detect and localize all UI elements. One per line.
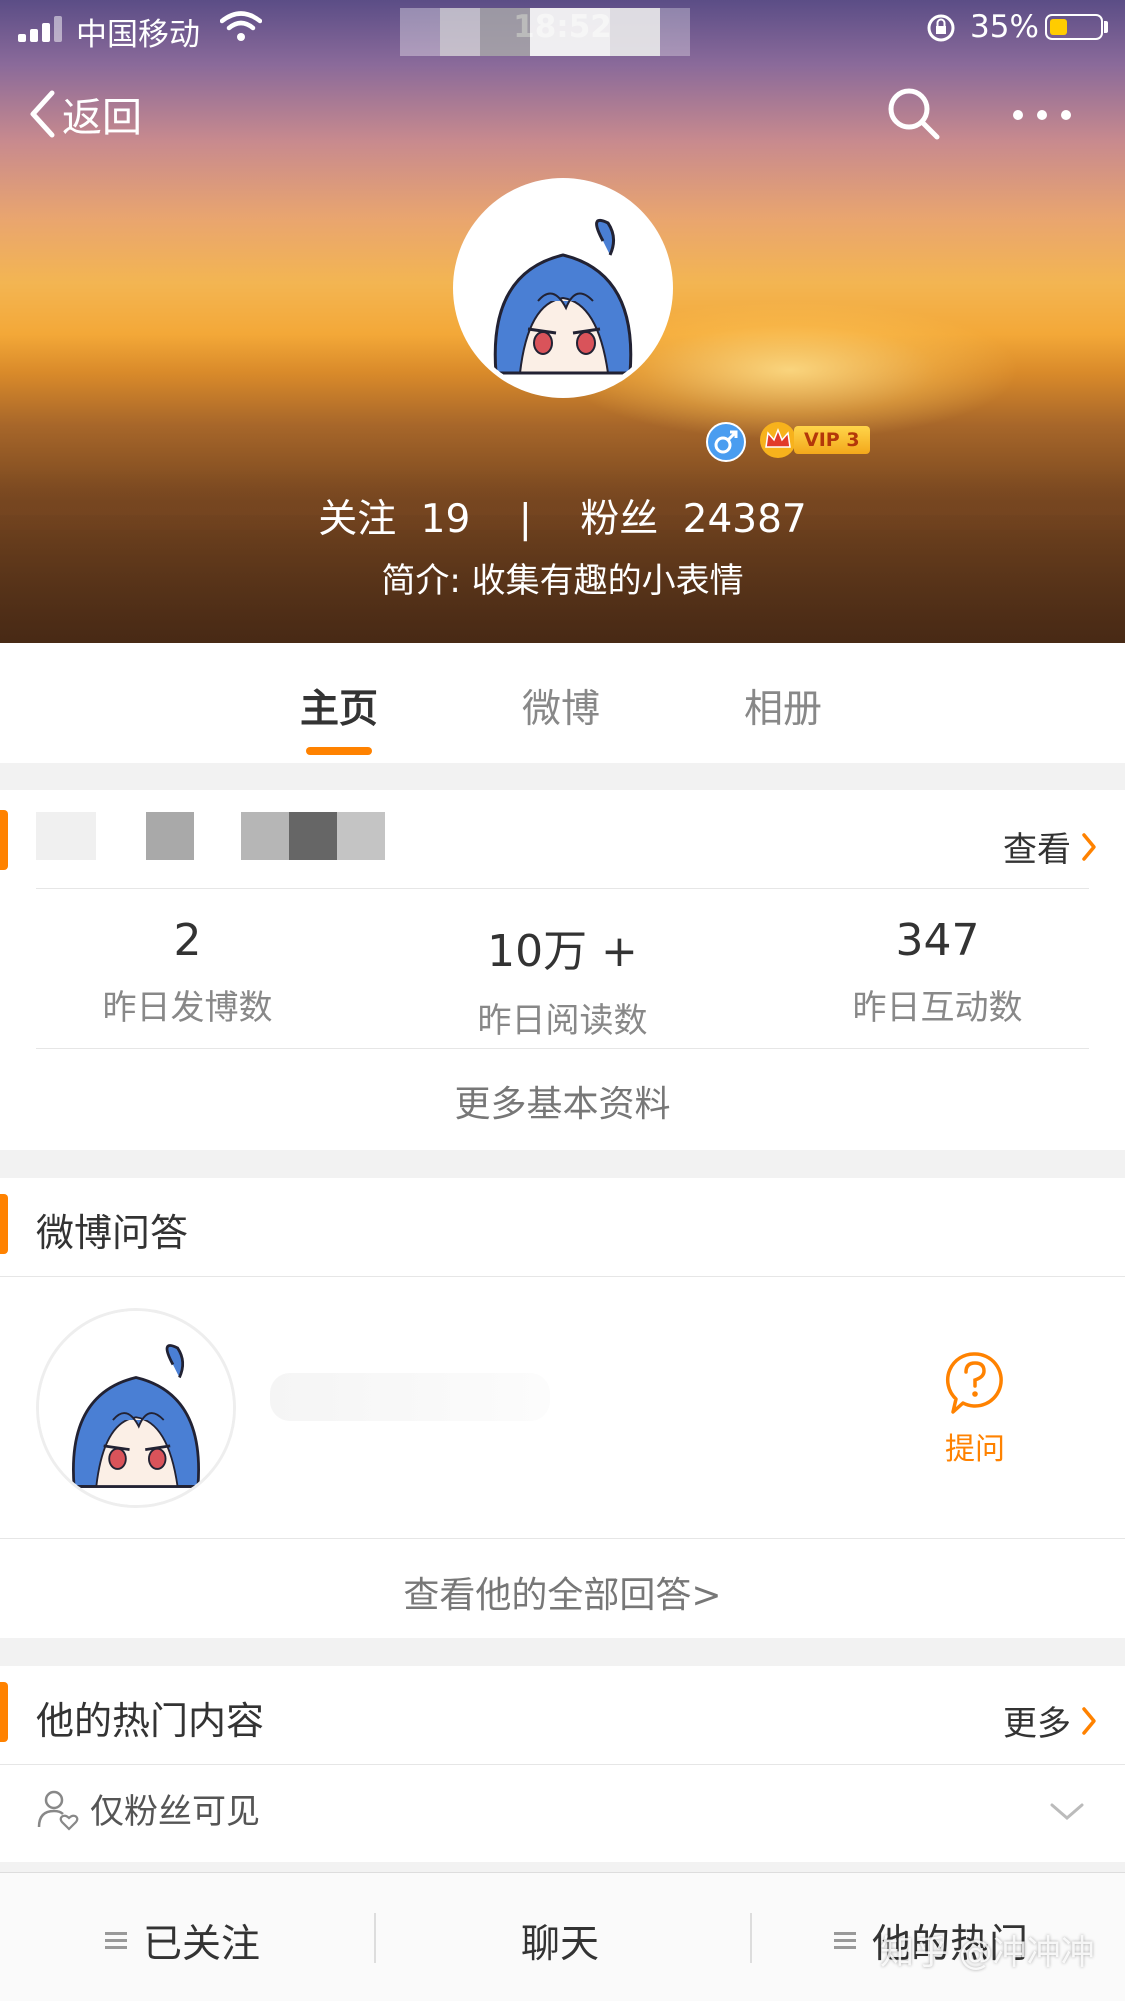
tab-weibo[interactable]: 微博 bbox=[522, 678, 600, 734]
male-badge-icon bbox=[706, 422, 746, 462]
vip-badge[interactable]: VIP 3 bbox=[758, 420, 870, 460]
question-bubble-icon bbox=[945, 1352, 1003, 1414]
crown-icon bbox=[760, 422, 796, 458]
back-button[interactable]: 返回 bbox=[28, 85, 142, 143]
chevron-left-icon bbox=[30, 90, 55, 138]
view-label: 查看 bbox=[1003, 830, 1071, 870]
metric-value: 347 bbox=[895, 915, 980, 966]
more-link[interactable]: 更多 bbox=[1003, 1696, 1097, 1745]
tab-album[interactable]: 相册 bbox=[744, 678, 822, 734]
more-label: 更多 bbox=[1003, 1704, 1071, 1744]
follow-stats: 关注 19 | 粉丝 24387 bbox=[0, 488, 1125, 544]
ask-label: 提问 bbox=[945, 1432, 1005, 1467]
section-title: 微博问答 bbox=[36, 1211, 189, 1255]
section-accent bbox=[0, 1194, 8, 1254]
metric-posts: 2 昨日发博数 bbox=[0, 915, 375, 1029]
metric-interactions: 347 昨日互动数 bbox=[750, 915, 1125, 1029]
watermark: 知乎 @冲冲冲 bbox=[880, 1933, 1095, 1973]
section-accent bbox=[0, 810, 8, 870]
separator bbox=[374, 1913, 376, 1963]
metric-value: 10万 + bbox=[487, 926, 638, 977]
chat-button[interactable]: 聊天 bbox=[521, 1913, 599, 1969]
stats-card: 查看 2 昨日发博数 10万 + 昨日阅读数 347 昨日互动数 更多基本资料 bbox=[0, 790, 1125, 1150]
more-info-link[interactable]: 更多基本资料 bbox=[0, 1075, 1125, 1127]
menu-icon bbox=[834, 1932, 856, 1950]
chat-label: 聊天 bbox=[521, 1922, 600, 1967]
divider bbox=[0, 1276, 1125, 1277]
account-name-blurred bbox=[36, 812, 406, 860]
following-label[interactable]: 关注 bbox=[318, 497, 396, 542]
metrics-row: 2 昨日发博数 10万 + 昨日阅读数 347 昨日互动数 bbox=[0, 915, 1125, 1041]
hot-content-card: 他的热门内容 更多 仅粉丝可见 bbox=[0, 1666, 1125, 1862]
search-icon[interactable] bbox=[885, 85, 941, 141]
chevron-down-icon[interactable] bbox=[1049, 1802, 1085, 1822]
tab-home[interactable]: 主页 bbox=[300, 678, 378, 734]
followed-label: 已关注 bbox=[143, 1922, 261, 1967]
answerer-avatar[interactable] bbox=[36, 1308, 236, 1508]
back-label: 返回 bbox=[62, 95, 142, 141]
user-heart-icon bbox=[37, 1790, 79, 1831]
metric-label: 昨日发博数 bbox=[102, 988, 273, 1028]
rotation-lock-icon bbox=[927, 14, 955, 42]
battery-percent: 35% bbox=[970, 9, 1039, 45]
metric-label: 昨日阅读数 bbox=[477, 1001, 648, 1041]
profile-tabs: 主页 微博 相册 bbox=[0, 643, 1125, 763]
chevron-right-icon bbox=[1082, 832, 1096, 861]
menu-icon bbox=[105, 1932, 127, 1950]
avatar-illustration bbox=[458, 183, 668, 393]
avatar[interactable] bbox=[453, 178, 673, 398]
followers-count[interactable]: 24387 bbox=[683, 497, 807, 542]
answerer-name-blurred bbox=[270, 1373, 550, 1421]
fans-only-filter[interactable]: 仅粉丝可见 bbox=[36, 1784, 260, 1833]
metric-value: 2 bbox=[173, 915, 202, 966]
divider bbox=[36, 888, 1089, 889]
metric-reads: 10万 + 昨日阅读数 bbox=[375, 915, 750, 1042]
following-count[interactable]: 19 bbox=[421, 497, 471, 542]
section-title: 他的热门内容 bbox=[36, 1699, 265, 1743]
divider bbox=[36, 1048, 1089, 1049]
battery-icon bbox=[1045, 14, 1103, 40]
followed-button[interactable]: 已关注 bbox=[105, 1913, 260, 1969]
qa-card: 微博问答 提问 查看他的全部回答> bbox=[0, 1178, 1125, 1638]
ask-button[interactable]: 提问 bbox=[945, 1350, 1005, 1468]
vip-level: VIP 3 bbox=[794, 426, 870, 454]
section-accent bbox=[0, 1682, 8, 1742]
tab-indicator bbox=[306, 747, 372, 755]
view-all-answers-link[interactable]: 查看他的全部回答> bbox=[0, 1566, 1125, 1618]
followers-label[interactable]: 粉丝 bbox=[580, 497, 658, 542]
divider bbox=[0, 1764, 1125, 1765]
avatar-illustration bbox=[39, 1311, 233, 1505]
chevron-right-icon bbox=[1082, 1706, 1096, 1735]
battery-tip bbox=[1104, 21, 1108, 33]
divider bbox=[0, 1538, 1125, 1539]
stats-separator: | bbox=[518, 497, 532, 542]
separator bbox=[750, 1913, 752, 1963]
view-link[interactable]: 查看 bbox=[1003, 822, 1097, 871]
metric-label: 昨日互动数 bbox=[852, 988, 1023, 1028]
fans-only-label: 仅粉丝可见 bbox=[90, 1792, 260, 1832]
profile-bio: 简介: 收集有趣的小表情 bbox=[381, 561, 744, 601]
profile-header: 中国移动 18:52 35% 返回 bbox=[0, 0, 1125, 643]
more-options-icon[interactable] bbox=[1010, 100, 1074, 130]
username-blurred bbox=[400, 8, 690, 56]
